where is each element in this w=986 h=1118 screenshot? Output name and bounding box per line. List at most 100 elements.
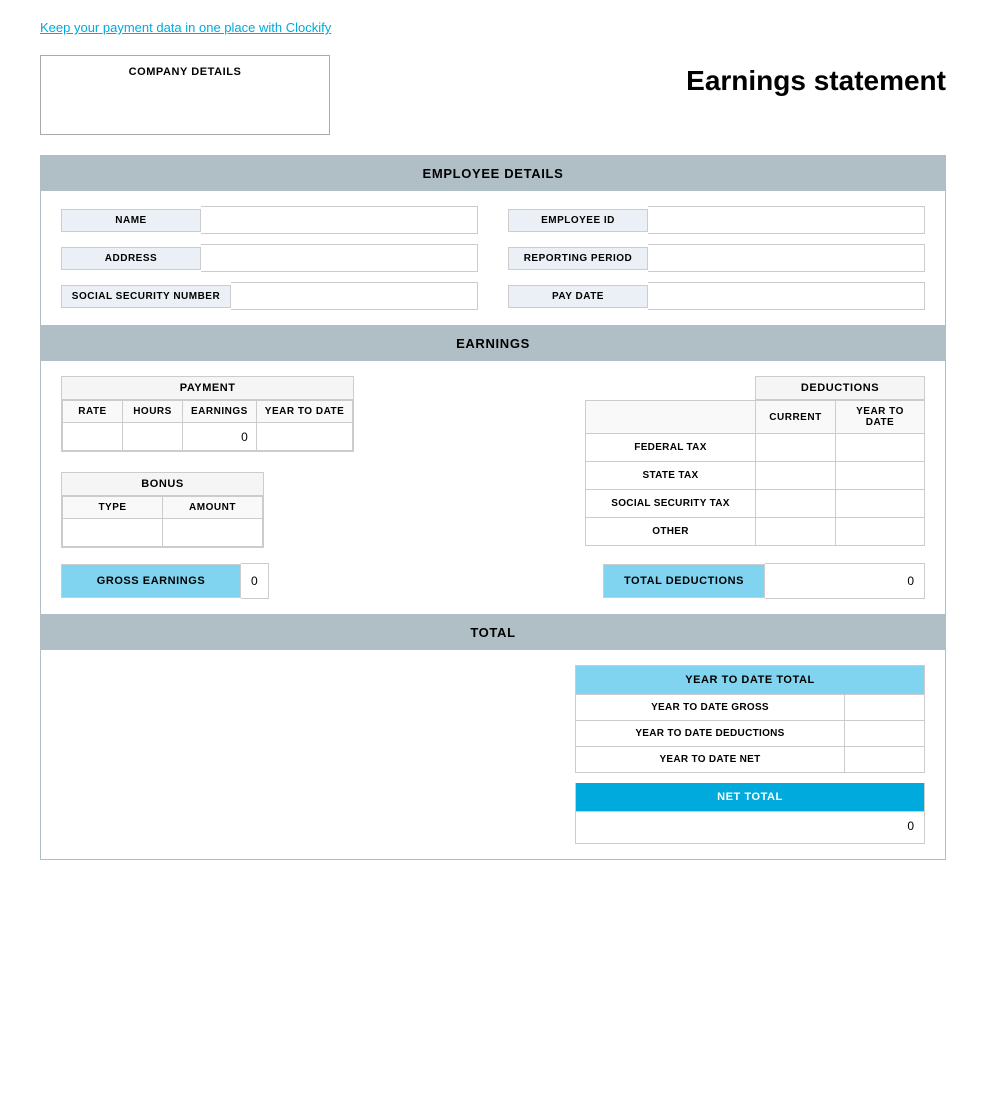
ytd-row-deductions: YEAR TO DATE DEDUCTIONS	[575, 721, 925, 747]
ytd-table-wrapper: YEAR TO DATE TOTAL YEAR TO DATE GROSS YE…	[575, 665, 925, 844]
bonus-type[interactable]	[63, 519, 163, 547]
ytd-gross-label: YEAR TO DATE GROSS	[575, 695, 845, 721]
ss-label: SOCIAL SECURITY TAX	[586, 490, 756, 518]
address-label: ADDRESS	[61, 247, 201, 270]
other-label: OTHER	[586, 518, 756, 546]
deductions-header: DEDUCTIONS	[755, 376, 925, 400]
full-bottom-row: GROSS EARNINGS 0 TOTAL DEDUCTIONS 0	[61, 563, 925, 599]
col-amount: AMOUNT	[163, 497, 263, 519]
main-container: EMPLOYEE DETAILS NAME ADDRESS SOCIAL	[40, 155, 946, 860]
ytd-gross-value[interactable]	[845, 695, 925, 721]
total-section: TOTAL YEAR TO DATE TOTAL YEAR TO DATE GR…	[41, 614, 945, 859]
page-container: COMPANY DETAILS Earnings statement EMPLO…	[40, 55, 946, 860]
company-label: COMPANY DETAILS	[129, 66, 242, 78]
header-row: COMPANY DETAILS Earnings statement	[40, 55, 946, 135]
bonus-amount[interactable]	[163, 519, 263, 547]
empid-value[interactable]	[648, 206, 925, 234]
other-ytd[interactable]	[836, 518, 925, 546]
paydate-value[interactable]	[648, 282, 925, 310]
field-row-paydate: PAY DATE	[508, 282, 925, 310]
payment-table: RATE HOURS EARNINGS YEAR TO DATE	[62, 400, 353, 451]
payment-table-wrapper: PAYMENT RATE HOURS EARNINGS YEAR TO DATE	[61, 376, 354, 452]
ded-row-other: OTHER	[586, 518, 925, 546]
earnings-layout: PAYMENT RATE HOURS EARNINGS YEAR TO DATE	[61, 376, 925, 548]
ss-ytd[interactable]	[836, 490, 925, 518]
field-row-address: ADDRESS	[61, 244, 478, 272]
earnings-body: PAYMENT RATE HOURS EARNINGS YEAR TO DATE	[41, 361, 945, 614]
field-row-period: REPORTING PERIOD	[508, 244, 925, 272]
employee-details-section: EMPLOYEE DETAILS NAME ADDRESS SOCIAL	[41, 156, 945, 325]
gross-earnings-value[interactable]: 0	[241, 563, 269, 599]
ss-current[interactable]	[756, 490, 836, 518]
ytd-row-gross: YEAR TO DATE GROSS	[575, 695, 925, 721]
ssn-value[interactable]	[231, 282, 478, 310]
state-ytd[interactable]	[836, 462, 925, 490]
payment-row: 0	[63, 423, 353, 451]
col-type: TYPE	[63, 497, 163, 519]
name-label: NAME	[61, 209, 201, 232]
bonus-header: BONUS	[62, 473, 263, 496]
ded-col-ytd: YEAR TO DATE	[836, 401, 925, 434]
empid-label: EMPLOYEE ID	[508, 209, 648, 232]
ded-row-federal: FEDERAL TAX	[586, 434, 925, 462]
name-value[interactable]	[201, 206, 478, 234]
federal-label: FEDERAL TAX	[586, 434, 756, 462]
period-value[interactable]	[648, 244, 925, 272]
payment-ytd[interactable]	[256, 423, 353, 451]
ytd-row-net: YEAR TO DATE NET	[575, 747, 925, 773]
ytd-net-label: YEAR TO DATE NET	[575, 747, 845, 773]
ded-col-current: CURRENT	[756, 401, 836, 434]
bonus-table: TYPE AMOUNT	[62, 496, 263, 547]
field-row-empid: EMPLOYEE ID	[508, 206, 925, 234]
earnings-header: EARNINGS	[41, 326, 945, 361]
col-earnings: EARNINGS	[183, 401, 257, 423]
earnings-section: EARNINGS PAYMENT RATE HOURS	[41, 325, 945, 614]
doc-title: Earnings statement	[686, 55, 946, 97]
employee-details-header: EMPLOYEE DETAILS	[41, 156, 945, 191]
company-box: COMPANY DETAILS	[40, 55, 330, 135]
employee-grid: NAME ADDRESS SOCIAL SECURITY NUMBER	[61, 206, 925, 310]
col-rate: RATE	[63, 401, 123, 423]
col-ytd: YEAR TO DATE	[256, 401, 353, 423]
ytd-deductions-value[interactable]	[845, 721, 925, 747]
total-header: TOTAL	[41, 615, 945, 650]
ded-row-ss: SOCIAL SECURITY TAX	[586, 490, 925, 518]
employee-right-col: EMPLOYEE ID REPORTING PERIOD PAY DATE	[508, 206, 925, 310]
total-deductions-value[interactable]: 0	[765, 563, 925, 599]
payment-earnings[interactable]: 0	[183, 423, 257, 451]
clockify-link[interactable]: Keep your payment data in one place with…	[40, 20, 331, 35]
other-current[interactable]	[756, 518, 836, 546]
employee-left-col: NAME ADDRESS SOCIAL SECURITY NUMBER	[61, 206, 478, 310]
deductions-table: CURRENT YEAR TO DATE FEDERAL TAX	[585, 400, 925, 546]
federal-ytd[interactable]	[836, 434, 925, 462]
ytd-total-header: YEAR TO DATE TOTAL	[575, 665, 925, 695]
deductions-header-row: DEDUCTIONS	[585, 376, 925, 400]
field-row-ssn: SOCIAL SECURITY NUMBER	[61, 282, 478, 310]
total-section-body: YEAR TO DATE TOTAL YEAR TO DATE GROSS YE…	[41, 650, 945, 859]
col-hours: HOURS	[123, 401, 183, 423]
gross-box: GROSS EARNINGS 0	[61, 563, 269, 599]
address-value[interactable]	[201, 244, 478, 272]
ded-col-label	[586, 401, 756, 434]
ytd-net-value[interactable]	[845, 747, 925, 773]
field-row-name: NAME	[61, 206, 478, 234]
payment-rate[interactable]	[63, 423, 123, 451]
total-ded-box: TOTAL DEDUCTIONS 0	[603, 563, 925, 599]
state-label: STATE TAX	[586, 462, 756, 490]
earnings-right-col: DEDUCTIONS CURRENT YEAR TO DATE	[441, 376, 925, 546]
ssn-label: SOCIAL SECURITY NUMBER	[61, 285, 231, 308]
ytd-deductions-label: YEAR TO DATE DEDUCTIONS	[575, 721, 845, 747]
bonus-table-wrapper: BONUS TYPE AMOUNT	[61, 472, 264, 548]
total-deductions-label: TOTAL DEDUCTIONS	[603, 564, 765, 598]
payment-hours[interactable]	[123, 423, 183, 451]
ded-row-state: STATE TAX	[586, 462, 925, 490]
net-total-header: NET TOTAL	[575, 783, 925, 812]
payment-header: PAYMENT	[62, 377, 353, 400]
earnings-left-col: PAYMENT RATE HOURS EARNINGS YEAR TO DATE	[61, 376, 411, 548]
paydate-label: PAY DATE	[508, 285, 648, 308]
top-link-container: Keep your payment data in one place with…	[0, 0, 986, 55]
net-total-value[interactable]: 0	[575, 812, 925, 844]
federal-current[interactable]	[756, 434, 836, 462]
deductions-container: DEDUCTIONS CURRENT YEAR TO DATE	[585, 376, 925, 546]
state-current[interactable]	[756, 462, 836, 490]
